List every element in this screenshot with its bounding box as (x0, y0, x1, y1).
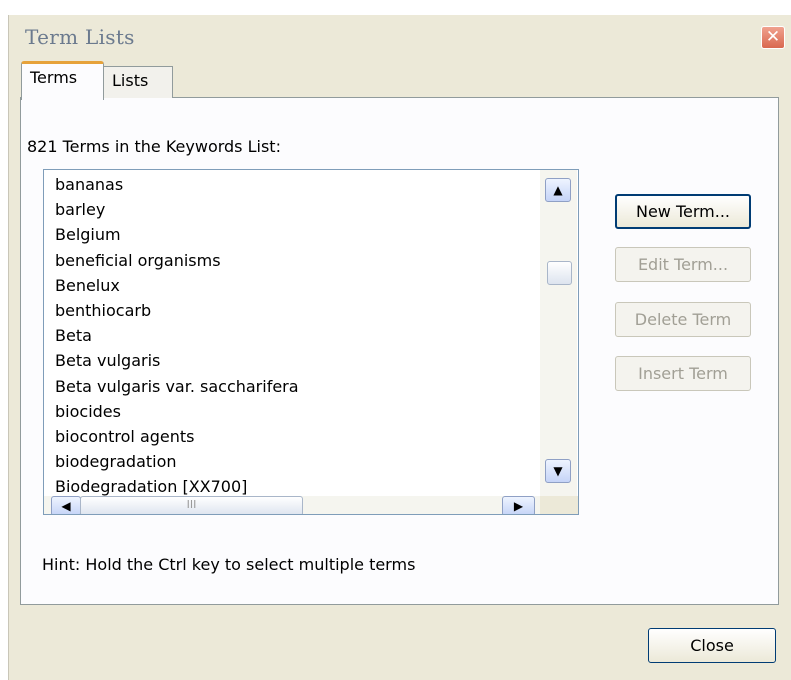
chevron-right-icon[interactable]: ▶ (502, 496, 535, 514)
list-item[interactable]: Belgium (55, 222, 535, 247)
edit-term-button[interactable]: Edit Term... (615, 247, 751, 282)
terms-listbox[interactable]: bananas barley Belgium beneficial organi… (43, 169, 579, 515)
vertical-scroll-thumb[interactable] (547, 261, 572, 285)
insert-term-button[interactable]: Insert Term (615, 356, 751, 391)
terms-count-label: 821 Terms in the Keywords List: (27, 137, 281, 156)
terms-list: bananas barley Belgium beneficial organi… (55, 172, 535, 499)
window-title: Term Lists (25, 25, 135, 49)
list-item[interactable]: beneficial organisms (55, 248, 535, 273)
title-bar[interactable]: Term Lists ✕ (9, 15, 791, 61)
list-item[interactable]: biodegradation (55, 449, 535, 474)
list-item[interactable]: Beta vulgaris var. saccharifera (55, 374, 535, 399)
close-icon[interactable]: ✕ (761, 26, 785, 49)
chevron-up-icon[interactable]: ▲ (545, 178, 571, 202)
vertical-scrollbar[interactable]: ▲ ▼ (540, 170, 577, 496)
chevron-down-icon[interactable]: ▼ (545, 459, 571, 483)
horizontal-scrollbar[interactable]: ◀ III ▶ (44, 496, 540, 514)
new-term-button[interactable]: New Term... (615, 194, 751, 229)
hint-text: Hint: Hold the Ctrl key to select multip… (42, 555, 416, 574)
list-item[interactable]: Beta vulgaris (55, 348, 535, 373)
list-item[interactable]: biocontrol agents (55, 424, 535, 449)
list-item[interactable]: barley (55, 197, 535, 222)
scrollbar-corner (540, 496, 578, 514)
list-item[interactable]: benthiocarb (55, 298, 535, 323)
tab-terms[interactable]: Terms (21, 61, 104, 100)
list-item[interactable]: Benelux (55, 273, 535, 298)
list-item[interactable]: bananas (55, 172, 535, 197)
delete-term-button[interactable]: Delete Term (615, 302, 751, 337)
tab-lists[interactable]: Lists (103, 66, 173, 98)
list-item[interactable]: biocides (55, 399, 535, 424)
close-button[interactable]: Close (648, 628, 776, 663)
horizontal-scroll-thumb[interactable]: III (80, 496, 303, 514)
list-item[interactable]: Beta (55, 323, 535, 348)
chevron-left-icon[interactable]: ◀ (51, 496, 81, 514)
